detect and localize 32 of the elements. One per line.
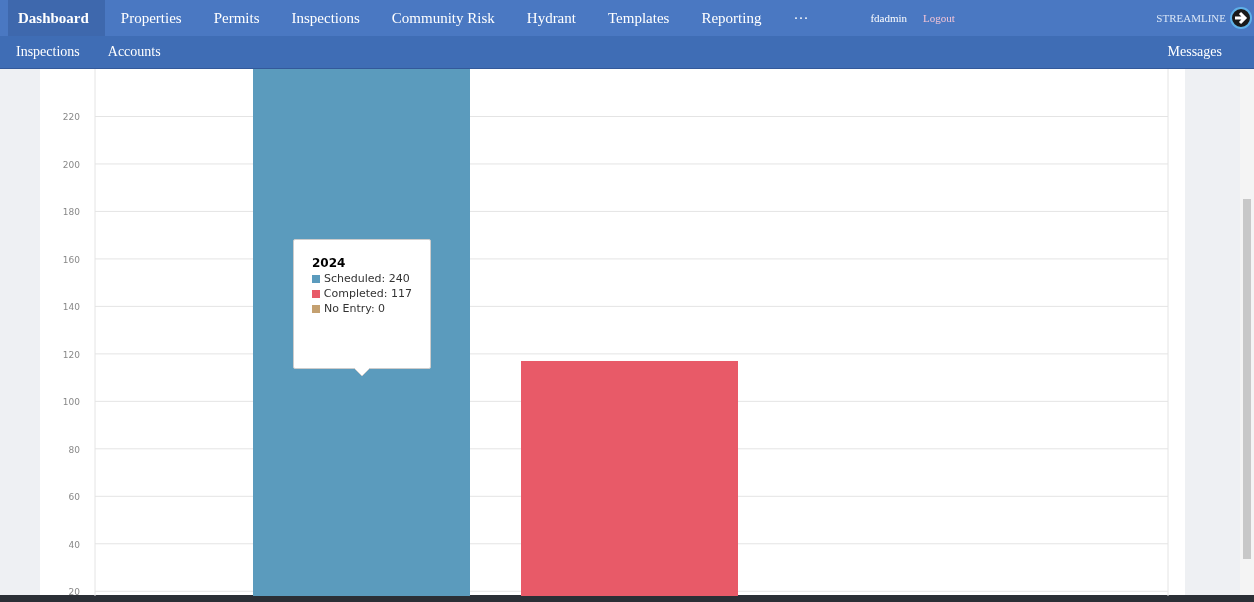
nav-tab[interactable]: Properties bbox=[110, 0, 198, 36]
nav-tab[interactable]: Hydrant bbox=[516, 0, 592, 36]
tooltip-value: Scheduled: 240 bbox=[324, 272, 410, 285]
logout-link[interactable]: Logout bbox=[923, 12, 955, 24]
brand-name: STREAMLINE bbox=[1156, 12, 1226, 24]
nav-tab[interactable]: Community Risk bbox=[381, 0, 511, 36]
sub-nav-link[interactable]: Inspections bbox=[8, 44, 88, 60]
nav-tab[interactable]: Templates bbox=[597, 0, 686, 36]
y-axis-label: 140 bbox=[62, 302, 80, 313]
y-axis-label: 220 bbox=[62, 112, 80, 123]
nav-tab[interactable]: Reporting bbox=[691, 0, 778, 36]
scrollbar[interactable] bbox=[1240, 69, 1254, 595]
y-axis-label: 160 bbox=[62, 254, 80, 265]
nav-tab[interactable]: Dashboard bbox=[8, 0, 105, 36]
tooltip-title: 2024 bbox=[312, 256, 347, 270]
y-axis-label: 100 bbox=[62, 397, 80, 408]
y-axis-label: 20 bbox=[68, 587, 80, 596]
y-axis-label: 60 bbox=[68, 492, 80, 503]
tooltip-value: Completed: 117 bbox=[323, 287, 412, 300]
messages-link[interactable]: Messages bbox=[1159, 44, 1230, 60]
username: fdadmin bbox=[870, 12, 908, 24]
y-axis-label: 200 bbox=[62, 159, 80, 170]
sub-nav-link[interactable]: Accounts bbox=[99, 44, 169, 60]
y-axis-label: 80 bbox=[68, 444, 80, 455]
y-axis-label: 40 bbox=[68, 539, 80, 550]
nav-tab[interactable]: Permits bbox=[203, 0, 276, 36]
tooltip-value: No Entry: 0 bbox=[324, 302, 386, 315]
nav-tab[interactable]: ··· bbox=[783, 0, 825, 36]
y-axis-label: 120 bbox=[62, 349, 80, 360]
y-axis-label: 180 bbox=[62, 207, 80, 218]
arrow-circle-icon[interactable] bbox=[1230, 7, 1252, 29]
nav-tab[interactable]: Inspections bbox=[281, 0, 376, 36]
